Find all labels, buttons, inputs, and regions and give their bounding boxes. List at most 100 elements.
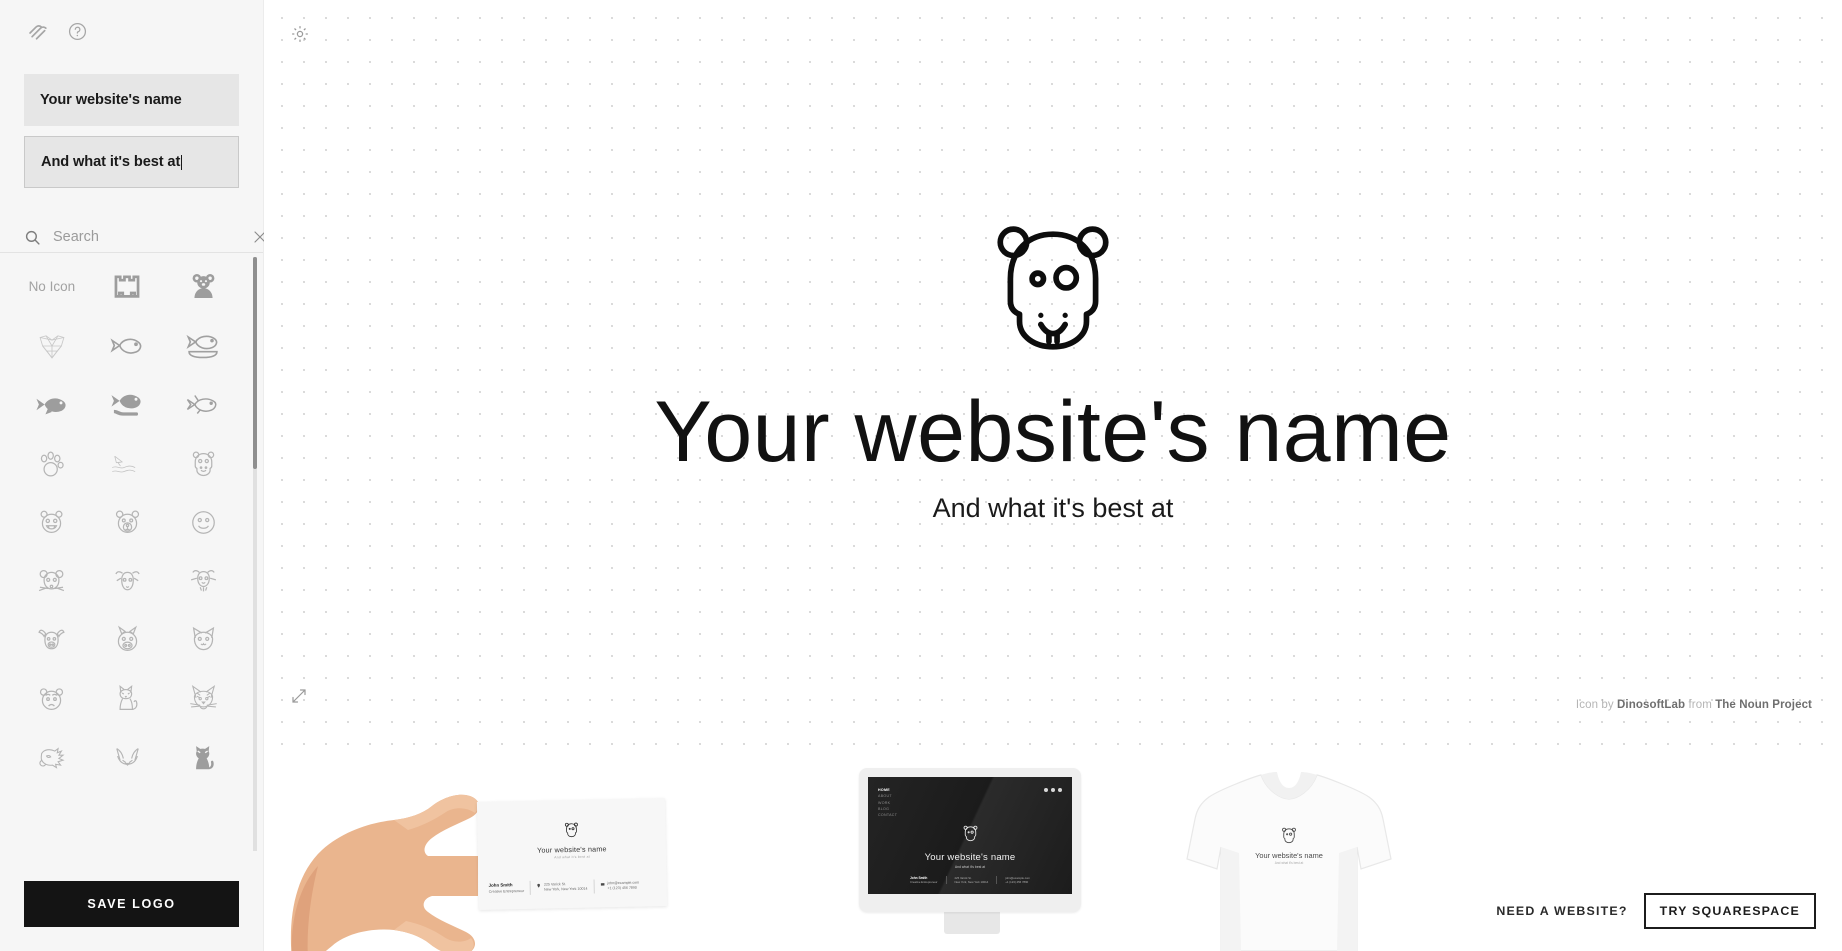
try-squarespace-button[interactable]: TRY SQUARESPACE: [1643, 893, 1816, 929]
fox-face-icon: [111, 742, 144, 775]
icon-cell-cat-face[interactable]: [165, 611, 241, 670]
mockup-monitor[interactable]: HOME ABOUT WORK BLOG CONTACT Your websit…: [859, 760, 1085, 940]
website-title-value: Your website's name: [40, 92, 182, 108]
website-tagline-value: And what it's best at: [41, 154, 181, 170]
divider: [996, 876, 998, 884]
monitor-nav-item-contact: CONTACT: [878, 813, 898, 818]
search-input[interactable]: [53, 229, 240, 245]
business-card-address-line2: New York, New York 10014: [544, 886, 588, 892]
monitor-footer-phone: +1 (123) 456 7890: [1005, 880, 1029, 884]
goat-face-icon: [111, 565, 144, 598]
icon-cell-fox-face[interactable]: [90, 729, 166, 788]
icon-cell-no-icon[interactable]: No Icon: [14, 257, 90, 316]
no-icon-label: No Icon: [28, 279, 76, 294]
icon-cell-fish-on-plate[interactable]: [165, 316, 241, 375]
gear-icon[interactable]: [290, 24, 310, 44]
icon-cell-fish-outline[interactable]: [90, 316, 166, 375]
hippo-face-icon: [564, 822, 578, 844]
wildcat-face-icon: [187, 683, 220, 716]
fish-outline-icon: [109, 333, 145, 358]
mail-icon: [600, 882, 605, 886]
website-tagline-input[interactable]: And what it's best at: [24, 136, 239, 188]
sidebar: Your website's name And what it's best a…: [0, 0, 266, 951]
mouse-face-icon: [35, 565, 68, 598]
website-title-input[interactable]: Your website's name: [24, 74, 239, 126]
smiley-face-icon: [187, 506, 220, 539]
icon-cell-bear-face[interactable]: [90, 493, 166, 552]
bear-smiling-icon: [35, 506, 68, 539]
attribution-source[interactable]: The Noun Project: [1715, 699, 1812, 711]
icon-cell-dragon-head[interactable]: [14, 729, 90, 788]
icon-cell-pig-face[interactable]: [14, 611, 90, 670]
business-card-phone: +1 (123) 456 7890: [607, 885, 637, 891]
icon-cell-bear-solid[interactable]: [165, 257, 241, 316]
icon-cell-paw-print[interactable]: [14, 434, 90, 493]
icon-cell-fish-in-hand[interactable]: [90, 375, 166, 434]
logo-canvas: Your website's name And what it's best a…: [264, 0, 1842, 951]
icon-cell-cat-sitting[interactable]: [90, 670, 166, 729]
tshirt-illustration: [1186, 772, 1392, 951]
icon-cell-fox-geometric[interactable]: [14, 316, 90, 375]
divider: [593, 879, 595, 894]
fish-in-hand-icon: [109, 391, 145, 419]
pig-face-icon: [35, 624, 68, 657]
monitor-bezel: HOME ABOUT WORK BLOG CONTACT Your websit…: [859, 768, 1081, 912]
fish-solid-icon: [34, 392, 70, 417]
search-icon: [24, 229, 41, 246]
attribution-author[interactable]: DinosoftLab: [1617, 699, 1685, 711]
icon-grid: No Icon: [0, 253, 263, 788]
hippo-face-icon: [187, 447, 220, 480]
cat-solid-icon: [187, 742, 220, 775]
logo-maker-app: Your website's name And what it's best a…: [0, 0, 1842, 951]
logo-preview: Your website's name And what it's best a…: [264, 222, 1842, 524]
castle-icon: [110, 270, 144, 304]
icon-cell-goat-bearded[interactable]: [165, 552, 241, 611]
business-card: Your website's name And what it's best a…: [476, 798, 668, 910]
attribution-middle: from: [1688, 699, 1712, 711]
text-caret: [181, 154, 183, 170]
logo-headline: Your website's name: [654, 384, 1452, 480]
location-pin-icon: [537, 883, 541, 888]
icon-cell-cat-solid[interactable]: [165, 729, 241, 788]
monitor-screen: HOME ABOUT WORK BLOG CONTACT Your websit…: [868, 777, 1072, 894]
icon-cell-goat-face[interactable]: [90, 552, 166, 611]
icon-grid-scrollbar-thumb[interactable]: [253, 257, 257, 469]
fish-jumping-water-icon: [109, 451, 145, 476]
icon-attribution: Icon by DinosoftLab from The Noun Projec…: [1576, 699, 1812, 711]
cat-sitting-icon: [111, 683, 144, 716]
icon-cell-fish-solid[interactable]: [14, 375, 90, 434]
hippo-face-icon: [992, 222, 1114, 369]
tshirt-title: Your website's name: [1255, 851, 1323, 860]
fox-geometric-icon: [35, 329, 69, 363]
business-card-footer: John Smith Creative Entrepreneur 225 Var…: [489, 878, 657, 896]
mockup-business-card[interactable]: Your website's name And what it's best a…: [282, 780, 672, 951]
save-logo-button[interactable]: SAVE LOGO: [24, 881, 239, 927]
icon-grid-scroll-area[interactable]: No Icon: [0, 252, 263, 855]
monitor-hero: Your website's name And what it's best a…: [868, 825, 1072, 869]
monitor-stand: [944, 912, 1000, 934]
dragon-head-icon: [35, 742, 68, 775]
squarespace-logo-icon[interactable]: [26, 18, 52, 44]
icon-cell-fish-jumping-water[interactable]: [90, 434, 166, 493]
icon-cell-hippo-face[interactable]: [165, 434, 241, 493]
mockup-tshirt[interactable]: Your website's name And what it's best a…: [1169, 769, 1409, 951]
hippo-face-icon: [963, 825, 978, 847]
icon-cell-fish-outline-2[interactable]: [165, 375, 241, 434]
icon-cell-pig-face-2[interactable]: [90, 611, 166, 670]
bear-solid-icon: [187, 270, 220, 303]
tshirt-subtitle: And what it's best at: [1274, 861, 1304, 865]
icon-cell-smiley-face[interactable]: [165, 493, 241, 552]
goat-bearded-icon: [187, 565, 220, 598]
need-website-label: NEED A WEBSITE?: [1496, 904, 1628, 918]
help-circle-icon[interactable]: [68, 22, 87, 41]
divider: [529, 880, 532, 895]
icon-cell-castle[interactable]: [90, 257, 166, 316]
icon-cell-mouse-face[interactable]: [14, 552, 90, 611]
monitor-subtitle: And what it's best at: [954, 865, 986, 869]
icon-cell-bear-smiling[interactable]: [14, 493, 90, 552]
icon-cell-wildcat-face[interactable]: [165, 670, 241, 729]
expand-icon[interactable]: [290, 687, 308, 705]
monitor-title: Your website's name: [924, 852, 1016, 863]
bear-face-icon: [111, 506, 144, 539]
icon-cell-bear-frowning[interactable]: [14, 670, 90, 729]
